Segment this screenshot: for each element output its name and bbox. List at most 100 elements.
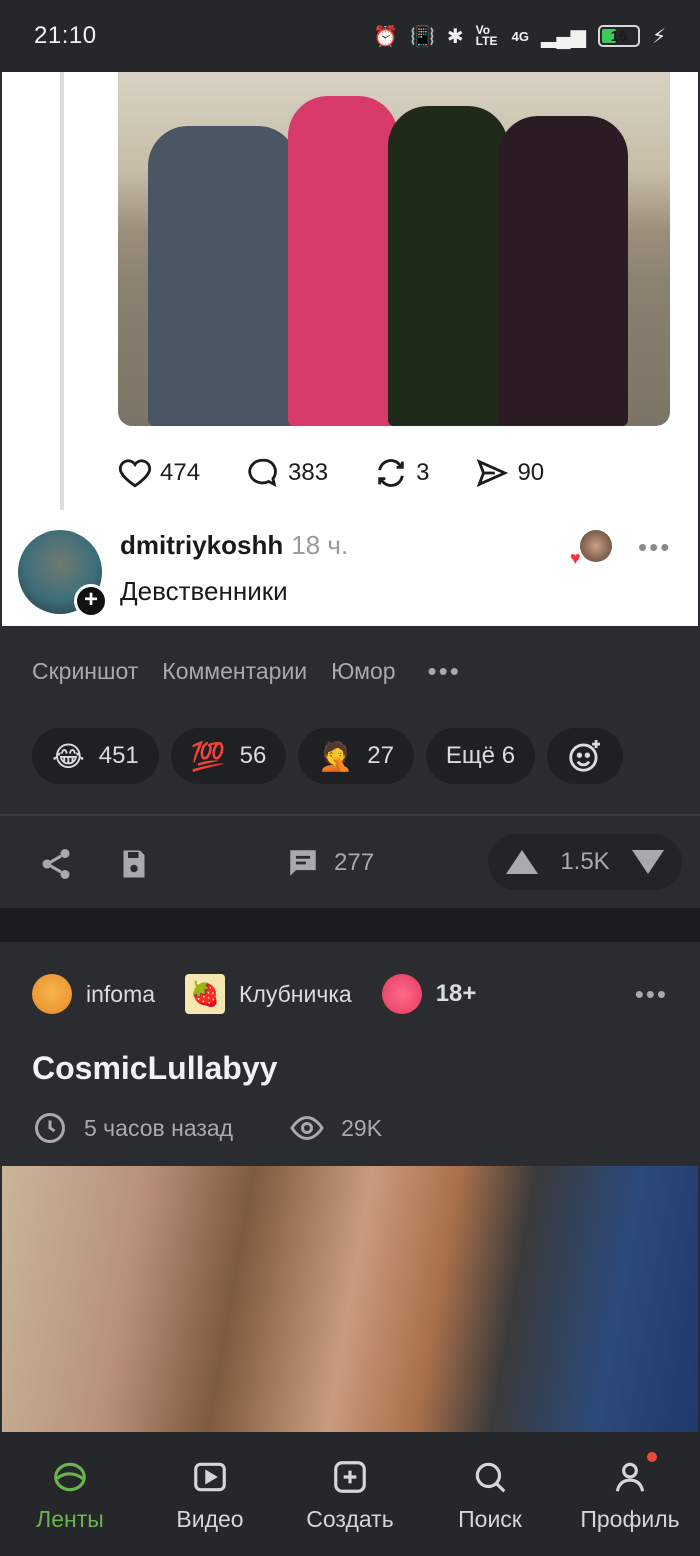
upvote-icon[interactable]: [506, 850, 538, 874]
comment-bubble-icon: [248, 458, 277, 487]
embedded-stats: 474 383 3 90: [118, 456, 544, 490]
comments-button[interactable]: 277: [286, 846, 374, 880]
nav-video[interactable]: Видео: [145, 1458, 275, 1533]
reposts-count: 3: [416, 459, 430, 486]
eye-icon: [290, 1115, 324, 1141]
nav-label: Создать: [306, 1506, 394, 1532]
battery-icon: 16: [597, 25, 640, 47]
tag-item[interactable]: Юмор: [331, 658, 395, 685]
strawberry-icon: 🍓: [185, 974, 226, 1014]
laughing-face-icon: 😂: [52, 740, 85, 772]
embedded-screenshot[interactable]: 474 383 3 90 + dmitriykoshh 18 ч. Девстве…: [2, 72, 698, 626]
reaction-chip[interactable]: 🤦 27: [298, 728, 414, 784]
notification-dot: [647, 1452, 657, 1462]
community-name: infoma: [86, 980, 156, 1007]
tag-item[interactable]: Комментарии: [162, 658, 307, 685]
strawberry-badge-icon: [381, 974, 422, 1014]
post2-title[interactable]: CosmicLullabyy: [32, 1050, 277, 1087]
age-rating[interactable]: 18+: [381, 974, 477, 1014]
reposts-stat[interactable]: 3: [374, 456, 429, 490]
post-tags: Скриншот Комментарии Юмор •••: [32, 656, 461, 687]
reaction-chip[interactable]: 😂 451: [32, 728, 159, 784]
more-reactions-label: Ещё 6: [445, 742, 516, 769]
liker-avatar: [580, 530, 612, 562]
comments-count: 277: [334, 849, 375, 876]
rating-value: 1.5K: [560, 848, 610, 875]
post-separator: [0, 908, 700, 942]
embedded-more-icon[interactable]: •••: [638, 532, 671, 563]
reaction-chip[interactable]: 💯 56: [170, 728, 287, 784]
add-emoji-icon: [569, 740, 601, 772]
reply-text: Девственники: [120, 576, 288, 606]
follow-plus-icon[interactable]: +: [74, 584, 108, 618]
status-bar: 21:10 ⏰ 📳 ✱ Vo LTE 4G ▂▄▆ 16 ⚡: [0, 0, 700, 72]
comments-stat[interactable]: 383: [246, 456, 328, 490]
status-icons: ⏰ 📳 ✱ Vo LTE 4G ▂▄▆ 16 ⚡: [373, 24, 666, 49]
shares-count: 90: [517, 459, 545, 486]
divider: [0, 814, 700, 816]
add-reaction-button[interactable]: [547, 728, 624, 784]
reaction-count: 451: [98, 742, 139, 769]
battery-level: 16: [610, 27, 628, 45]
post-time: 18 ч.: [291, 530, 349, 560]
network-type-label: 4G: [511, 28, 530, 44]
profile-icon: [615, 1462, 645, 1492]
thread-line: [60, 72, 64, 510]
reactions-bar: 😂 451 💯 56 🤦 27 Ещё 6: [32, 728, 624, 784]
save-icon[interactable]: [116, 846, 152, 882]
tag-item[interactable]: Скриншот: [32, 658, 138, 685]
heart-icon: [118, 459, 152, 488]
clock-icon: [35, 1113, 65, 1143]
volte-icon: Vo LTE: [475, 23, 498, 48]
nav-create[interactable]: Создать: [285, 1458, 415, 1533]
hundred-points-icon: 💯: [190, 740, 226, 772]
post2-more-icon[interactable]: •••: [635, 979, 668, 1010]
downvote-icon[interactable]: [632, 850, 664, 874]
likes-count: 474: [160, 459, 201, 486]
vibrate-icon: 📳: [410, 25, 435, 48]
status-time: 21:10: [34, 22, 97, 49]
charging-icon: ⚡: [651, 25, 666, 48]
search-icon: [475, 1462, 506, 1493]
post2-header: infoma 🍓 Клубничка 18+ •••: [32, 974, 668, 1014]
comments-count: 383: [288, 459, 329, 486]
smiley-avatar-icon: [32, 974, 72, 1014]
post2-image[interactable]: [2, 1166, 698, 1432]
feeds-icon: [54, 1462, 86, 1492]
nav-label: Видео: [176, 1506, 244, 1532]
nav-label: Ленты: [36, 1506, 104, 1532]
nav-label: Поиск: [458, 1506, 522, 1532]
post-actions: 277 1.5K: [0, 834, 700, 894]
post2-meta: 5 часов назад 29K: [32, 1110, 382, 1146]
comments-icon: [290, 850, 316, 876]
community-link[interactable]: infoma: [32, 974, 155, 1014]
nav-profile[interactable]: Профиль: [565, 1452, 695, 1533]
face-palm-icon: 🤦: [318, 740, 354, 772]
nav-feeds[interactable]: Ленты: [5, 1458, 135, 1533]
reaction-count: 27: [367, 742, 394, 769]
share-icon[interactable]: [38, 846, 74, 882]
send-icon: [477, 458, 509, 488]
tags-more-icon[interactable]: •••: [428, 656, 461, 687]
tag-name: Клубничка: [239, 980, 352, 1007]
create-icon: [334, 1461, 366, 1493]
shares-stat[interactable]: 90: [475, 456, 544, 490]
heart-badge-icon: ♥: [570, 548, 581, 568]
bluetooth-icon: ✱: [446, 25, 464, 48]
alarm-icon: ⏰: [373, 25, 398, 48]
signal-icon: ▂▄▆: [541, 25, 586, 48]
tag-link[interactable]: 🍓 Клубничка: [185, 974, 352, 1014]
age-label: 18+: [435, 980, 477, 1007]
bottom-navigation: Ленты Видео Создать Поиск Профиль: [0, 1432, 700, 1556]
post2-views: 29K: [341, 1114, 383, 1141]
rating-control: 1.5K: [488, 834, 682, 890]
nav-search[interactable]: Поиск: [425, 1458, 555, 1533]
likes-stat[interactable]: 474: [118, 456, 200, 490]
repost-icon: [378, 459, 404, 487]
author-line: dmitriykoshh 18 ч.: [120, 530, 348, 561]
group-photo[interactable]: [118, 72, 670, 426]
post2-time: 5 часов назад: [84, 1114, 234, 1141]
video-icon: [194, 1462, 226, 1492]
more-reactions-button[interactable]: Ещё 6: [425, 728, 536, 784]
author-username[interactable]: dmitriykoshh: [120, 530, 283, 560]
